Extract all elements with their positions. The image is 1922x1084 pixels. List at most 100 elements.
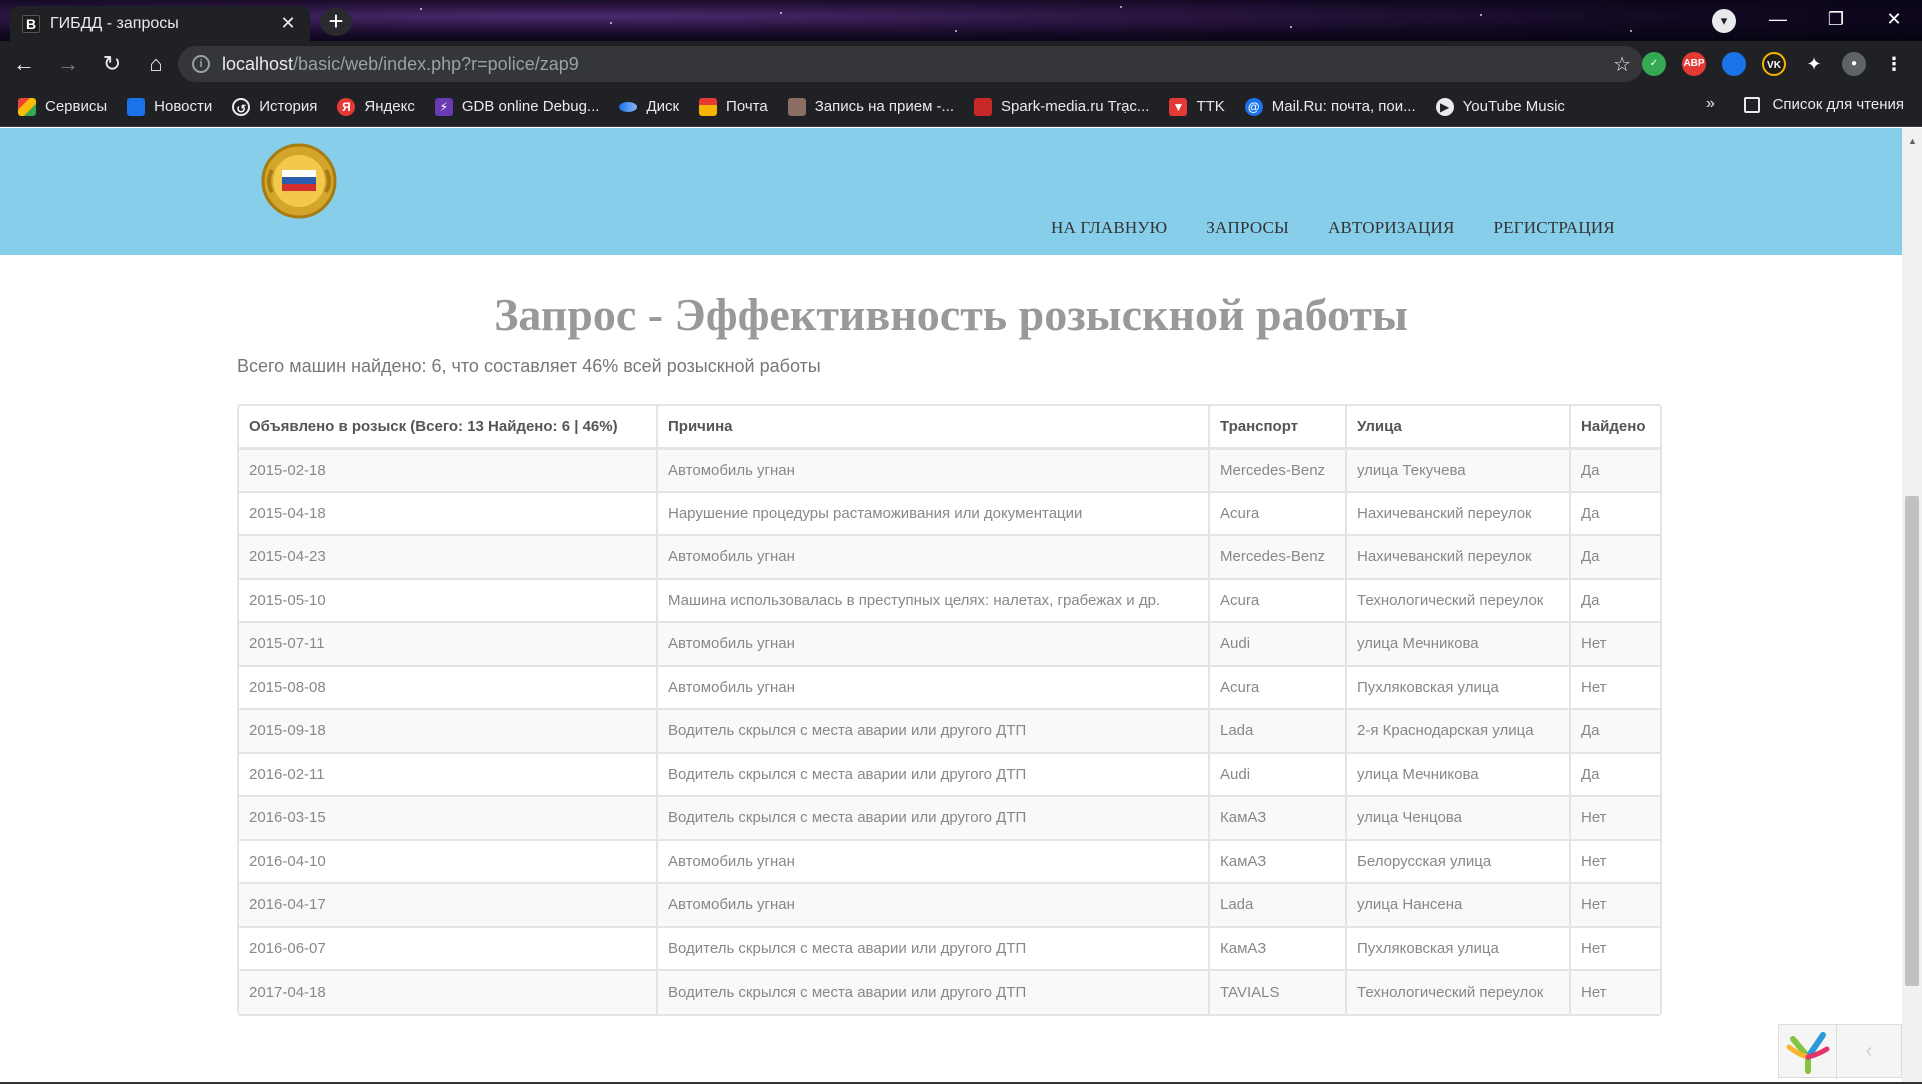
blue-extension-icon[interactable] <box>1722 52 1746 76</box>
gdb-icon: ⚡ <box>434 97 453 116</box>
main-nav: НА ГЛАВНУЮ ЗАПРОСЫ АВТОРИЗАЦИЯ РЕГИСТРАЦ… <box>1051 218 1615 238</box>
back-icon[interactable]: ← <box>4 44 44 84</box>
cell-found: Да <box>1570 447 1660 492</box>
cell-wanted-date: 2015-07-11 <box>239 621 658 666</box>
cell-wanted-date: 2015-05-10 <box>239 577 658 622</box>
bookmark-label: Запись на прием -... <box>814 98 955 115</box>
bookmark-item[interactable]: @ Mail.Ru: почта, пои... <box>1244 97 1416 116</box>
bookmark-item[interactable]: Запись на прием -... <box>787 97 955 116</box>
forward-icon[interactable]: → <box>48 44 88 84</box>
cell-found: Нет <box>1570 621 1660 666</box>
close-window-icon[interactable]: ✕ <box>1866 0 1922 41</box>
table-row: 2015-09-18 Водитель скрылся с места авари… <box>239 708 1660 753</box>
cell-reason: Водитель скрылся с места аварии или друг… <box>657 708 1210 753</box>
cell-reason: Автомобиль угнан <box>657 447 1210 492</box>
table-row: 2017-04-18 Водитель скрылся с места авари… <box>239 969 1660 1014</box>
table-row: 2015-05-10 Машина использовалась в престу… <box>239 577 1660 622</box>
yii-debug-toolbar[interactable]: ‹ <box>1778 1024 1902 1079</box>
cell-street: улица Нансена <box>1346 882 1571 927</box>
cell-street: Пухляковская улица <box>1346 925 1571 970</box>
page-viewport: НА ГЛАВНУЮ ЗАПРОСЫ АВТОРИЗАЦИЯ РЕГИСТРАЦ… <box>0 128 1922 1084</box>
cell-street: Технологический переулок <box>1346 969 1571 1014</box>
vk-extension-icon[interactable]: VK <box>1762 52 1786 76</box>
yii-logo-icon[interactable] <box>1779 1025 1837 1079</box>
scroll-up-arrow-icon[interactable]: ▲ <box>1908 136 1917 146</box>
new-tab-button[interactable]: + <box>320 8 352 36</box>
bookmark-item[interactable]: ▶ YouTube Music <box>1435 97 1565 116</box>
bookmark-item[interactable]: Сервисы <box>18 97 107 116</box>
bookmarks-more-button[interactable]: » <box>1706 95 1715 113</box>
tab-title: ГИБДД - запросы <box>50 14 179 32</box>
bookmark-label: GDB online Debug... <box>461 98 600 115</box>
column-header-found[interactable]: Найдено <box>1570 406 1660 450</box>
page-scrollbar[interactable]: ▲ <box>1902 128 1922 1084</box>
site-info-icon[interactable]: i <box>192 55 210 73</box>
nav-home-link[interactable]: НА ГЛАВНУЮ <box>1051 218 1167 238</box>
column-header-vehicle[interactable]: Транспорт <box>1209 406 1347 450</box>
bookmark-item[interactable]: ▼ TTK <box>1169 97 1225 116</box>
column-header-street[interactable]: Улица <box>1346 406 1571 450</box>
bookmark-item[interactable]: Spark-media.ru Trạc... <box>974 97 1149 116</box>
column-header-wanted-date[interactable]: Объявлено в розыск (Всего: 13 Найдено: 6… <box>239 406 658 450</box>
debug-toolbar-toggle-icon[interactable]: ‹ <box>1837 1025 1901 1077</box>
adblock-extension-icon[interactable]: ABP <box>1682 52 1706 76</box>
spark-icon <box>974 97 993 116</box>
table-header-row: Объявлено в розыск (Всего: 13 Найдено: 6… <box>239 406 1660 450</box>
url-host: localhost <box>222 53 294 74</box>
shield-extension-icon[interactable]: ✓ <box>1642 52 1666 76</box>
bookmarks-bar: Сервисы Новости ↺ История Я Яндекс ⚡ GDB… <box>0 87 1922 127</box>
bookmark-item[interactable]: Новости <box>127 97 212 116</box>
bookmark-label: История <box>259 98 318 115</box>
bookmark-item[interactable]: Диск <box>619 98 679 115</box>
cell-vehicle: Acura <box>1209 490 1347 535</box>
bookmark-item[interactable]: Я Яндекс <box>337 97 415 116</box>
bookmark-label: TTK <box>1196 98 1225 115</box>
browser-tab-active[interactable]: В ГИБДД - запросы ✕ <box>10 6 310 41</box>
cell-reason: Автомобиль угнан <box>657 621 1210 666</box>
cell-reason: Водитель скрылся с места аварии или друг… <box>657 969 1210 1014</box>
cell-street: 2-я Краснодарская улица <box>1346 708 1571 753</box>
bookmark-item[interactable]: Почта <box>699 97 768 116</box>
reading-list-icon <box>1744 96 1761 113</box>
cell-wanted-date: 2017-04-18 <box>239 969 658 1014</box>
cell-street: улица Мечникова <box>1346 621 1571 666</box>
home-icon[interactable]: ⌂ <box>136 44 176 84</box>
tab-search-icon[interactable]: ▾ <box>1712 9 1736 33</box>
yandex-icon: Я <box>337 97 356 116</box>
tab-close-icon[interactable]: ✕ <box>278 13 298 34</box>
cell-found: Да <box>1570 534 1660 579</box>
cell-vehicle: Audi <box>1209 751 1347 796</box>
bookmark-label: Диск <box>646 98 680 115</box>
nav-login-link[interactable]: АВТОРИЗАЦИЯ <box>1328 218 1454 238</box>
cell-found: Да <box>1570 577 1660 622</box>
table-body: 2015-02-18 Автомобиль угнан Mercedes-Benz у… <box>239 447 1660 1014</box>
cell-street: Нахичеванский переулок <box>1346 534 1571 579</box>
reload-icon[interactable]: ↻ <box>92 44 132 84</box>
address-bar[interactable]: i localhost/basic/web/index.php?r=police… <box>178 46 1643 82</box>
cell-wanted-date: 2015-08-08 <box>239 664 658 709</box>
results-table: Объявлено в розыск (Всего: 13 Найдено: 6… <box>237 404 1662 1016</box>
cell-vehicle: Lada <box>1209 882 1347 927</box>
bookmark-label: YouTube Music <box>1462 98 1565 115</box>
extensions-puzzle-icon[interactable]: ✦ <box>1802 52 1826 76</box>
cell-vehicle: Audi <box>1209 621 1347 666</box>
nav-queries-link[interactable]: ЗАПРОСЫ <box>1206 218 1289 238</box>
nav-register-link[interactable]: РЕГИСТРАЦИЯ <box>1494 218 1615 238</box>
minimize-window-icon[interactable]: — <box>1750 0 1806 41</box>
gibdd-emblem-logo <box>261 143 337 219</box>
cell-vehicle: КамАЗ <box>1209 838 1347 883</box>
table-row: 2015-04-23 Автомобиль угнан Mercedes-Benz Н… <box>239 534 1660 579</box>
tab-favicon-icon: В <box>22 14 40 33</box>
bookmark-item[interactable]: ⚡ GDB online Debug... <box>434 97 600 116</box>
restore-window-icon[interactable]: ❐ <box>1808 0 1864 41</box>
browser-menu-icon[interactable]: ⋮ <box>1882 52 1906 76</box>
scrollbar-thumb[interactable] <box>1905 496 1919 986</box>
bookmark-star-icon[interactable]: ☆ <box>1613 52 1631 77</box>
bookmark-item[interactable]: ↺ История <box>232 97 318 116</box>
news-icon <box>127 97 146 116</box>
reading-list-button[interactable]: Список для чтения <box>1744 96 1904 113</box>
cell-reason: Автомобиль угнан <box>657 882 1210 927</box>
profile-avatar[interactable]: ● <box>1842 52 1866 76</box>
browser-toolbar: ← → ↻ ⌂ i localhost/basic/web/index.php?… <box>0 41 1922 87</box>
column-header-reason[interactable]: Причина <box>657 406 1210 450</box>
